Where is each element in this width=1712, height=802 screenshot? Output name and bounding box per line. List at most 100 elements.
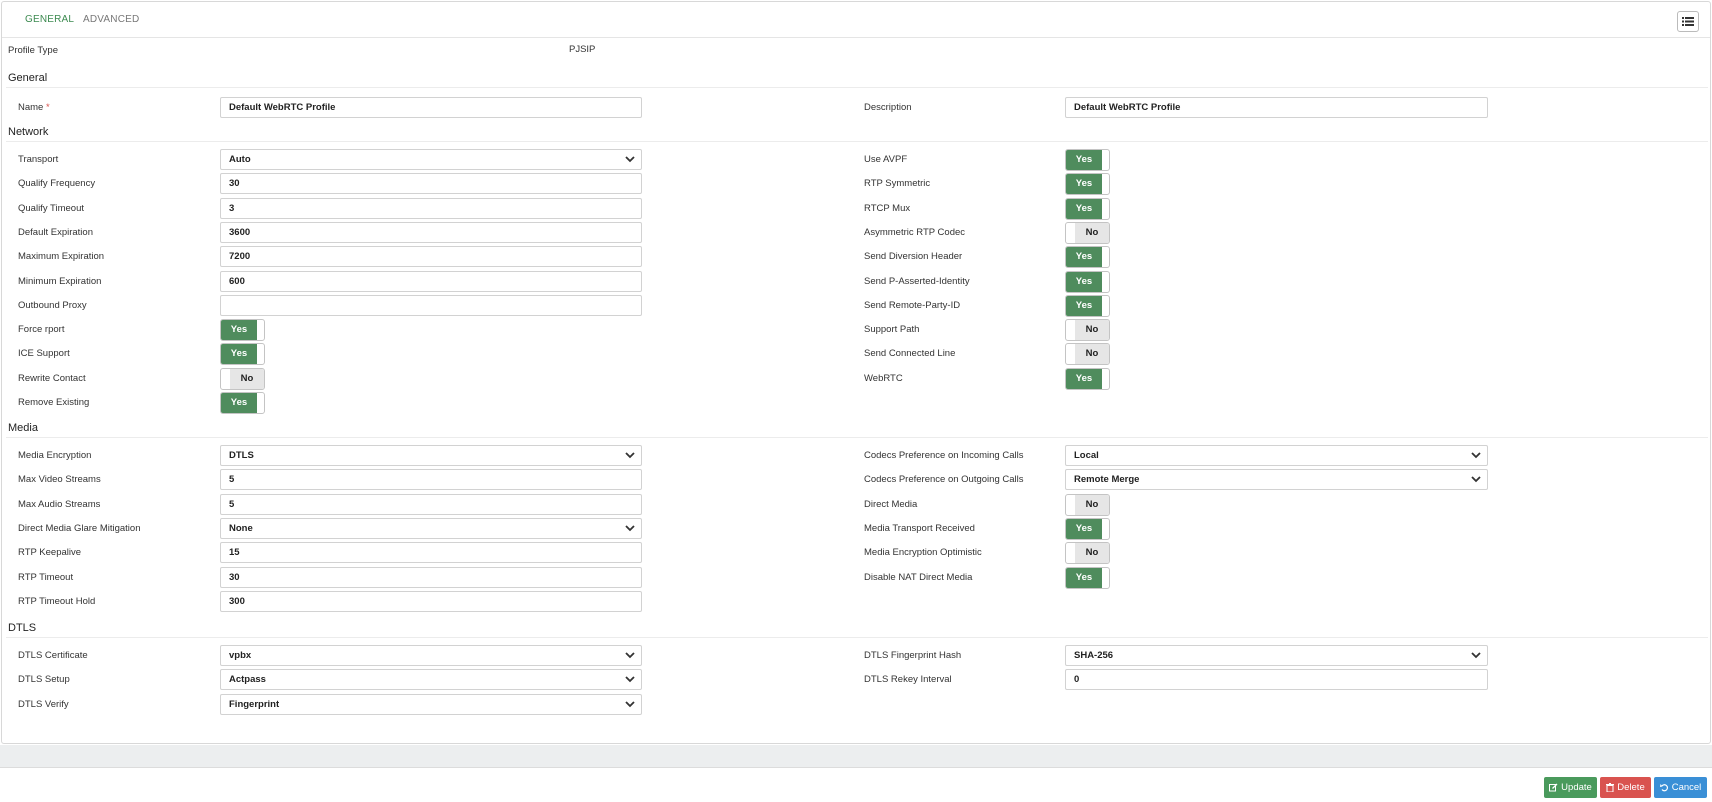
delete-button[interactable]: Delete <box>1600 777 1651 798</box>
rtcp-mux-toggle-state: Yes <box>1066 198 1102 219</box>
tab-general[interactable]: GENERAL <box>25 14 74 25</box>
webrtc-toggle[interactable]: Yes <box>1065 367 1110 390</box>
use-avpf-toggle[interactable]: Yes <box>1065 149 1110 171</box>
default-expiration-input[interactable]: 3600 <box>220 221 642 243</box>
profile-type-label: Profile Type <box>8 45 58 56</box>
direct-media-toggle[interactable]: No <box>1065 493 1110 516</box>
send-p-asserted-identity-toggle[interactable]: Yes <box>1065 270 1110 293</box>
media-encryption-optimistic-toggle[interactable]: No <box>1065 542 1110 565</box>
codecs-preference-on-outgoing-calls-select[interactable]: Remote Merge <box>1065 469 1488 491</box>
media-encryption-select[interactable]: DTLS <box>220 445 642 466</box>
media-encryption-label: Media Encryption <box>18 450 92 461</box>
section-dtls: DTLS <box>8 622 37 634</box>
asymmetric-rtp-codec-toggle[interactable]: No <box>1065 221 1110 244</box>
max-audio-streams-input[interactable]: 5 <box>220 493 642 515</box>
rtp-keepalive-input[interactable]: 15 <box>220 542 642 564</box>
rtp-timeout-value: 30 <box>229 571 240 583</box>
rewrite-contact-label: Rewrite Contact <box>18 372 86 384</box>
outbound-proxy-input[interactable] <box>220 294 642 316</box>
dtls-rekey-interval-input[interactable]: 0 <box>1065 669 1488 691</box>
menu-button[interactable] <box>1677 11 1699 32</box>
rtp-timeout-label: RTP Timeout <box>18 571 74 583</box>
qualify-timeout-input[interactable]: 3 <box>220 197 642 219</box>
qualify-timeout-value: 3 <box>229 202 235 214</box>
codecs-preference-on-incoming-calls-select[interactable]: Local <box>1065 445 1488 466</box>
maximum-expiration-value: 7200 <box>229 251 251 263</box>
outbound-proxy-label: Outbound Proxy <box>18 299 87 311</box>
chevron-down-icon <box>1471 652 1481 659</box>
delete-label: Delete <box>1617 782 1645 793</box>
qualify-frequency-input[interactable]: 30 <box>220 173 642 195</box>
ice-support-toggle-state: Yes <box>221 344 257 365</box>
rtp-symmetric-toggle[interactable]: Yes <box>1065 173 1110 196</box>
disable-nat-direct-media-toggle[interactable]: Yes <box>1065 566 1110 589</box>
direct-media-label: Direct Media <box>864 498 918 510</box>
update-button[interactable]: Update <box>1544 777 1597 798</box>
dtls-certificate-value: vpbx <box>229 650 252 661</box>
media-transport-received-toggle[interactable]: Yes <box>1065 517 1110 540</box>
force-rport-toggle[interactable]: Yes <box>220 319 265 342</box>
send-connected-line-toggle[interactable]: No <box>1065 343 1110 366</box>
use-avpf-label: Use AVPF <box>864 154 908 165</box>
name-input[interactable]: Default WebRTC Profile <box>220 97 642 118</box>
transport-select[interactable]: Auto <box>220 149 642 170</box>
send-connected-line-label: Send Connected Line <box>864 348 956 360</box>
section-media: Media <box>8 422 38 434</box>
rtp-timeout-hold-input[interactable]: 300 <box>220 590 642 612</box>
minimum-expiration-value: 600 <box>229 275 245 287</box>
dtls-rekey-interval-value: 0 <box>1074 674 1080 686</box>
description-input[interactable]: Default WebRTC Profile <box>1065 97 1488 118</box>
tab-bar: GENERAL ADVANCED <box>2 2 1710 38</box>
rtcp-mux-toggle[interactable]: Yes <box>1065 197 1110 220</box>
cancel-button[interactable]: Cancel <box>1654 777 1707 798</box>
codecs-preference-on-outgoing-calls-label: Codecs Preference on Outgoing Calls <box>864 474 1024 486</box>
rtp-timeout-input[interactable]: 30 <box>220 566 642 588</box>
support-path-toggle[interactable]: No <box>1065 319 1110 342</box>
dtls-fingerprint-hash-value: SHA-256 <box>1074 650 1114 661</box>
ice-support-toggle[interactable]: Yes <box>220 343 265 366</box>
send-diversion-header-toggle[interactable]: Yes <box>1065 246 1110 269</box>
chevron-down-icon <box>625 452 635 459</box>
media-encryption-optimistic-toggle-state: No <box>1075 543 1109 564</box>
section-divider <box>6 437 1708 438</box>
rewrite-contact-toggle-state: No <box>230 368 264 389</box>
send-p-asserted-identity-toggle-state: Yes <box>1066 271 1102 292</box>
trash-icon <box>1606 783 1615 792</box>
update-label: Update <box>1561 782 1592 793</box>
dtls-fingerprint-hash-label: DTLS Fingerprint Hash <box>864 650 962 661</box>
max-video-streams-value: 5 <box>229 474 235 486</box>
profile-type-value: PJSIP <box>569 44 596 55</box>
rewrite-contact-toggle[interactable]: No <box>220 367 265 390</box>
minimum-expiration-input[interactable]: 600 <box>220 270 642 292</box>
dtls-certificate-select[interactable]: vpbx <box>220 645 642 666</box>
transport-value: Auto <box>229 154 251 165</box>
cancel-label: Cancel <box>1671 782 1702 793</box>
maximum-expiration-input[interactable]: 7200 <box>220 246 642 268</box>
rtp-timeout-hold-value: 300 <box>229 595 245 607</box>
dtls-verify-label: DTLS Verify <box>18 698 69 710</box>
default-expiration-label: Default Expiration <box>18 226 93 238</box>
undo-icon <box>1659 784 1668 792</box>
dtls-fingerprint-hash-select[interactable]: SHA-256 <box>1065 645 1488 666</box>
support-path-label: Support Path <box>864 324 920 336</box>
chevron-down-icon <box>625 156 635 163</box>
name-label: Name * <box>18 102 50 113</box>
rtp-symmetric-toggle-state: Yes <box>1066 174 1102 195</box>
send-remote-party-id-toggle[interactable]: Yes <box>1065 294 1110 317</box>
force-rport-label: Force rport <box>18 324 65 336</box>
media-transport-received-toggle-state: Yes <box>1066 518 1102 539</box>
send-diversion-header-toggle-state: Yes <box>1066 247 1102 268</box>
direct-media-glare-mitigation-select[interactable]: None <box>220 517 642 539</box>
section-divider <box>6 141 1708 142</box>
list-icon <box>1682 17 1694 26</box>
dtls-setup-select[interactable]: Actpass <box>220 669 642 691</box>
send-remote-party-id-toggle-state: Yes <box>1066 295 1102 316</box>
tab-advanced[interactable]: ADVANCED <box>83 14 139 25</box>
send-remote-party-id-label: Send Remote-Party-ID <box>864 299 961 311</box>
chevron-down-icon <box>1471 452 1481 459</box>
ice-support-label: ICE Support <box>18 348 70 360</box>
force-rport-toggle-state: Yes <box>221 320 257 341</box>
dtls-verify-select[interactable]: Fingerprint <box>220 693 642 715</box>
max-video-streams-input[interactable]: 5 <box>220 469 642 491</box>
remove-existing-toggle[interactable]: Yes <box>220 392 265 414</box>
